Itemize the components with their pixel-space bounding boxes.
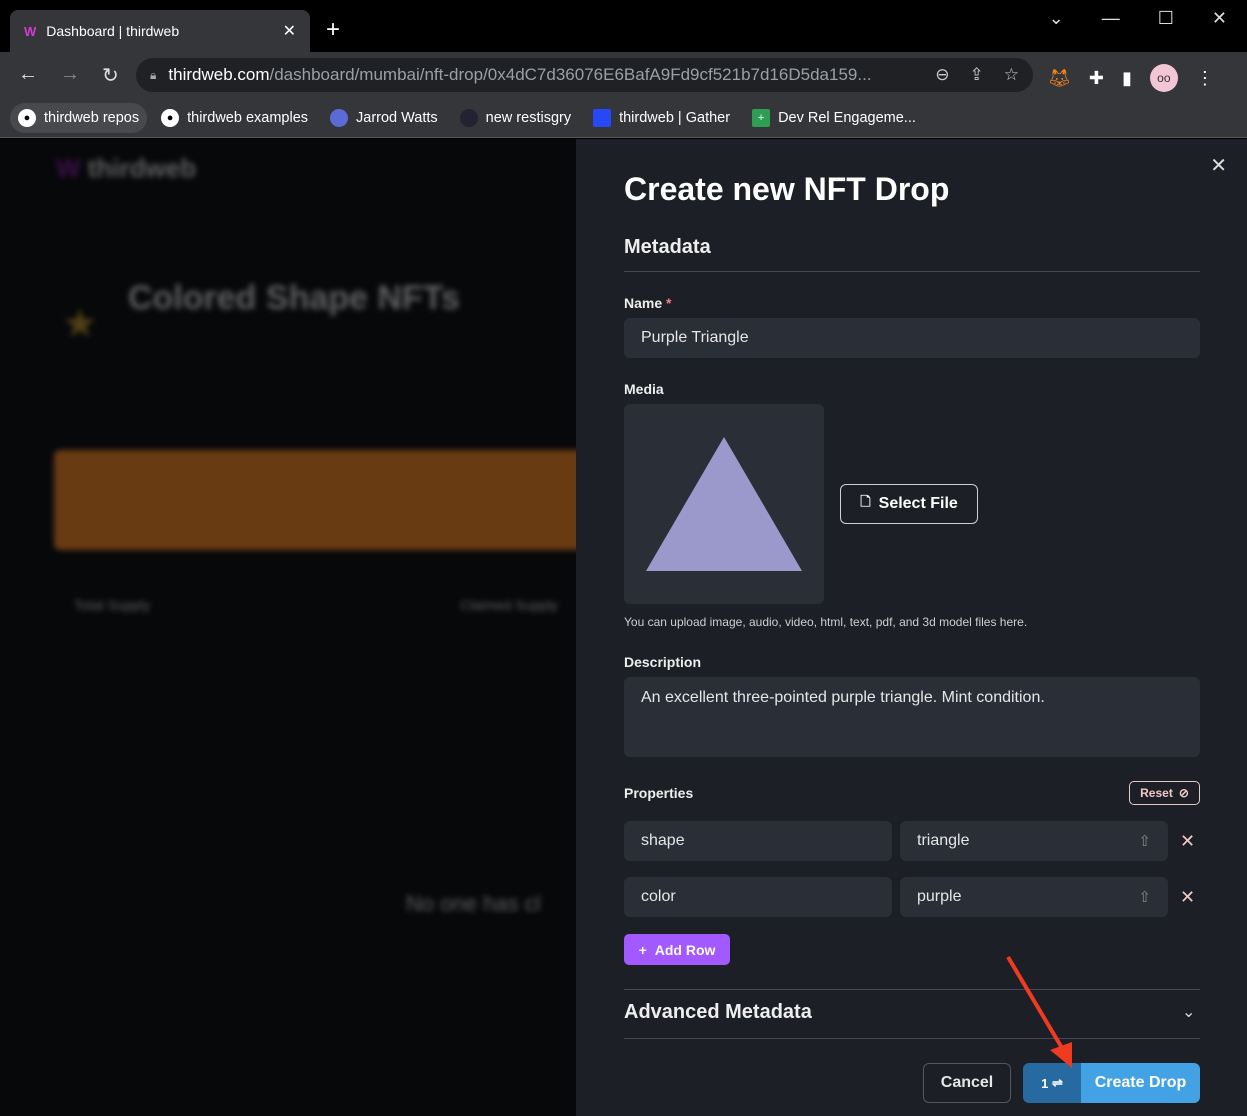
description-label: Description: [624, 654, 702, 670]
file-icon: 🗋︎: [860, 494, 871, 509]
bookmark-label: Jarrod Watts: [356, 109, 438, 126]
bookmark[interactable]: new restisgry: [452, 103, 579, 133]
maximize-icon[interactable]: ☐: [1158, 8, 1174, 29]
remove-row-icon[interactable]: ✕: [1180, 831, 1195, 852]
media-hint: You can upload image, audio, video, html…: [624, 615, 1028, 629]
name-input[interactable]: Purple Triangle: [624, 318, 1200, 358]
moon-icon: [459, 108, 478, 127]
background-logo: W thirdweb: [56, 153, 197, 183]
background-stat: Total Supply: [74, 597, 151, 613]
url-host: thirdweb.com: [168, 65, 270, 84]
divider: [624, 989, 1200, 990]
bookmark-label: thirdweb examples: [187, 109, 309, 126]
extensions-icon[interactable]: ✚: [1089, 68, 1104, 89]
globe-icon: [330, 108, 349, 127]
media-label: Media: [624, 381, 664, 397]
lock-icon: 🔒︎: [150, 67, 157, 82]
background-stat: Claimed Supply: [460, 597, 559, 613]
properties-label: Properties: [624, 785, 694, 801]
background-empty: No one has cl: [406, 891, 541, 916]
select-file-label: Select File: [878, 495, 958, 512]
bookmark-label: thirdweb repos: [44, 109, 140, 126]
bookmark-label: Dev Rel Engageme...: [778, 109, 916, 126]
divider: [624, 1038, 1200, 1039]
metadata-heading: Metadata: [624, 236, 711, 258]
menu-icon[interactable]: ⋮: [1196, 68, 1214, 89]
github-icon: ●: [161, 108, 180, 127]
advanced-metadata-toggle[interactable]: Advanced Metadata: [624, 1001, 812, 1024]
tab-strip: W Dashboard | thirdweb ✕ + ⌄ — ☐ ✕: [0, 0, 1247, 52]
create-drop-button[interactable]: 1 ⇌ Create Drop: [1023, 1063, 1200, 1103]
cancel-button[interactable]: Cancel: [923, 1063, 1011, 1103]
sheets-icon: +: [752, 108, 771, 127]
add-row-label: Add Row: [654, 941, 716, 958]
bookmark-label: new restisgry: [485, 109, 572, 126]
metamask-icon[interactable]: 🦊︎: [1048, 68, 1071, 89]
create-drop-drawer: ✕ Create new NFT Drop Metadata Name * Pu…: [576, 139, 1247, 1116]
thirdweb-favicon-icon: W: [24, 23, 37, 39]
plus-icon: +: [638, 941, 647, 958]
description-textarea[interactable]: An excellent three-pointed purple triang…: [624, 677, 1200, 757]
background-title: Colored Shape NFTs: [128, 279, 460, 317]
new-tab-icon[interactable]: +: [326, 16, 340, 44]
drawer-title: Create new NFT Drop: [624, 171, 950, 207]
reload-icon[interactable]: ↻: [102, 63, 119, 88]
tab-close-icon[interactable]: ✕: [283, 21, 296, 41]
share-icon[interactable]: ⇪: [970, 65, 984, 85]
browser-toolbar: ← → ↻ 🔒︎ thirdweb.com/dashboard/mumbai/nft…: [0, 52, 1247, 98]
create-drop-label: Create Drop: [1081, 1063, 1200, 1103]
github-icon: ●: [18, 108, 36, 127]
star-icon[interactable]: ☆: [1004, 65, 1019, 85]
minimize-icon[interactable]: —: [1102, 8, 1120, 29]
bookmark[interactable]: ● thirdweb repos: [10, 102, 148, 133]
ban-icon: ⊘: [1178, 786, 1189, 800]
add-row-button[interactable]: + Add Row: [624, 934, 730, 965]
property-value: triangle: [917, 832, 970, 849]
gather-icon: [593, 108, 612, 127]
bookmarks-bar: ● thirdweb repos ● thirdweb examples Jarro…: [0, 98, 1247, 138]
media-preview[interactable]: [624, 404, 824, 604]
property-value: purple: [917, 888, 962, 905]
back-icon[interactable]: ←: [18, 63, 38, 88]
profile-avatar[interactable]: oo: [1149, 64, 1178, 92]
side-panel-icon[interactable]: ▮: [1122, 68, 1132, 89]
property-key-input[interactable]: shape: [624, 821, 892, 861]
window-close-icon[interactable]: ✕: [1212, 8, 1227, 29]
chevron-down-icon[interactable]: ⌄: [1182, 1002, 1195, 1022]
zoom-icon[interactable]: ⊖: [935, 65, 949, 85]
bookmark-label: thirdweb | Gather: [619, 109, 731, 126]
property-value-input[interactable]: triangle ⇧: [900, 821, 1168, 861]
property-value-input[interactable]: purple ⇧: [900, 877, 1168, 917]
browser-tab[interactable]: W Dashboard | thirdweb ✕: [10, 10, 310, 52]
reset-label: Reset: [1140, 786, 1173, 800]
bookmark[interactable]: Jarrod Watts: [322, 103, 446, 133]
property-key-input[interactable]: color: [624, 877, 892, 917]
tab-title: Dashboard | thirdweb: [46, 23, 180, 39]
select-file-button[interactable]: 🗋︎ Select File: [840, 484, 978, 524]
address-bar[interactable]: 🔒︎ thirdweb.com/dashboard/mumbai/nft-dro…: [136, 58, 1033, 92]
dimmed-background-page: W thirdweb ★ Colored Shape NFTs Total Su…: [0, 139, 576, 1116]
divider: [624, 271, 1200, 272]
close-icon[interactable]: ✕: [1210, 153, 1227, 178]
bookmark[interactable]: ● thirdweb examples: [153, 103, 316, 133]
bookmark[interactable]: thirdweb | Gather: [585, 103, 738, 133]
forward-icon[interactable]: →: [60, 63, 80, 88]
transaction-count: 1 ⇌: [1023, 1063, 1081, 1103]
upload-icon[interactable]: ⇧: [1138, 888, 1151, 906]
tab-search-icon[interactable]: ⌄: [1049, 8, 1064, 29]
triangle-image: [646, 437, 802, 571]
background-banner: [54, 450, 576, 550]
name-label: Name *: [624, 295, 672, 311]
upload-icon[interactable]: ⇧: [1138, 832, 1151, 850]
bookmark[interactable]: + Dev Rel Engageme...: [744, 103, 924, 133]
star-icon: ★: [62, 302, 98, 346]
reset-button[interactable]: Reset ⊘: [1129, 781, 1200, 805]
url-path: /dashboard/mumbai/nft-drop/0x4dC7d36076E…: [269, 65, 872, 84]
remove-row-icon[interactable]: ✕: [1180, 887, 1195, 908]
